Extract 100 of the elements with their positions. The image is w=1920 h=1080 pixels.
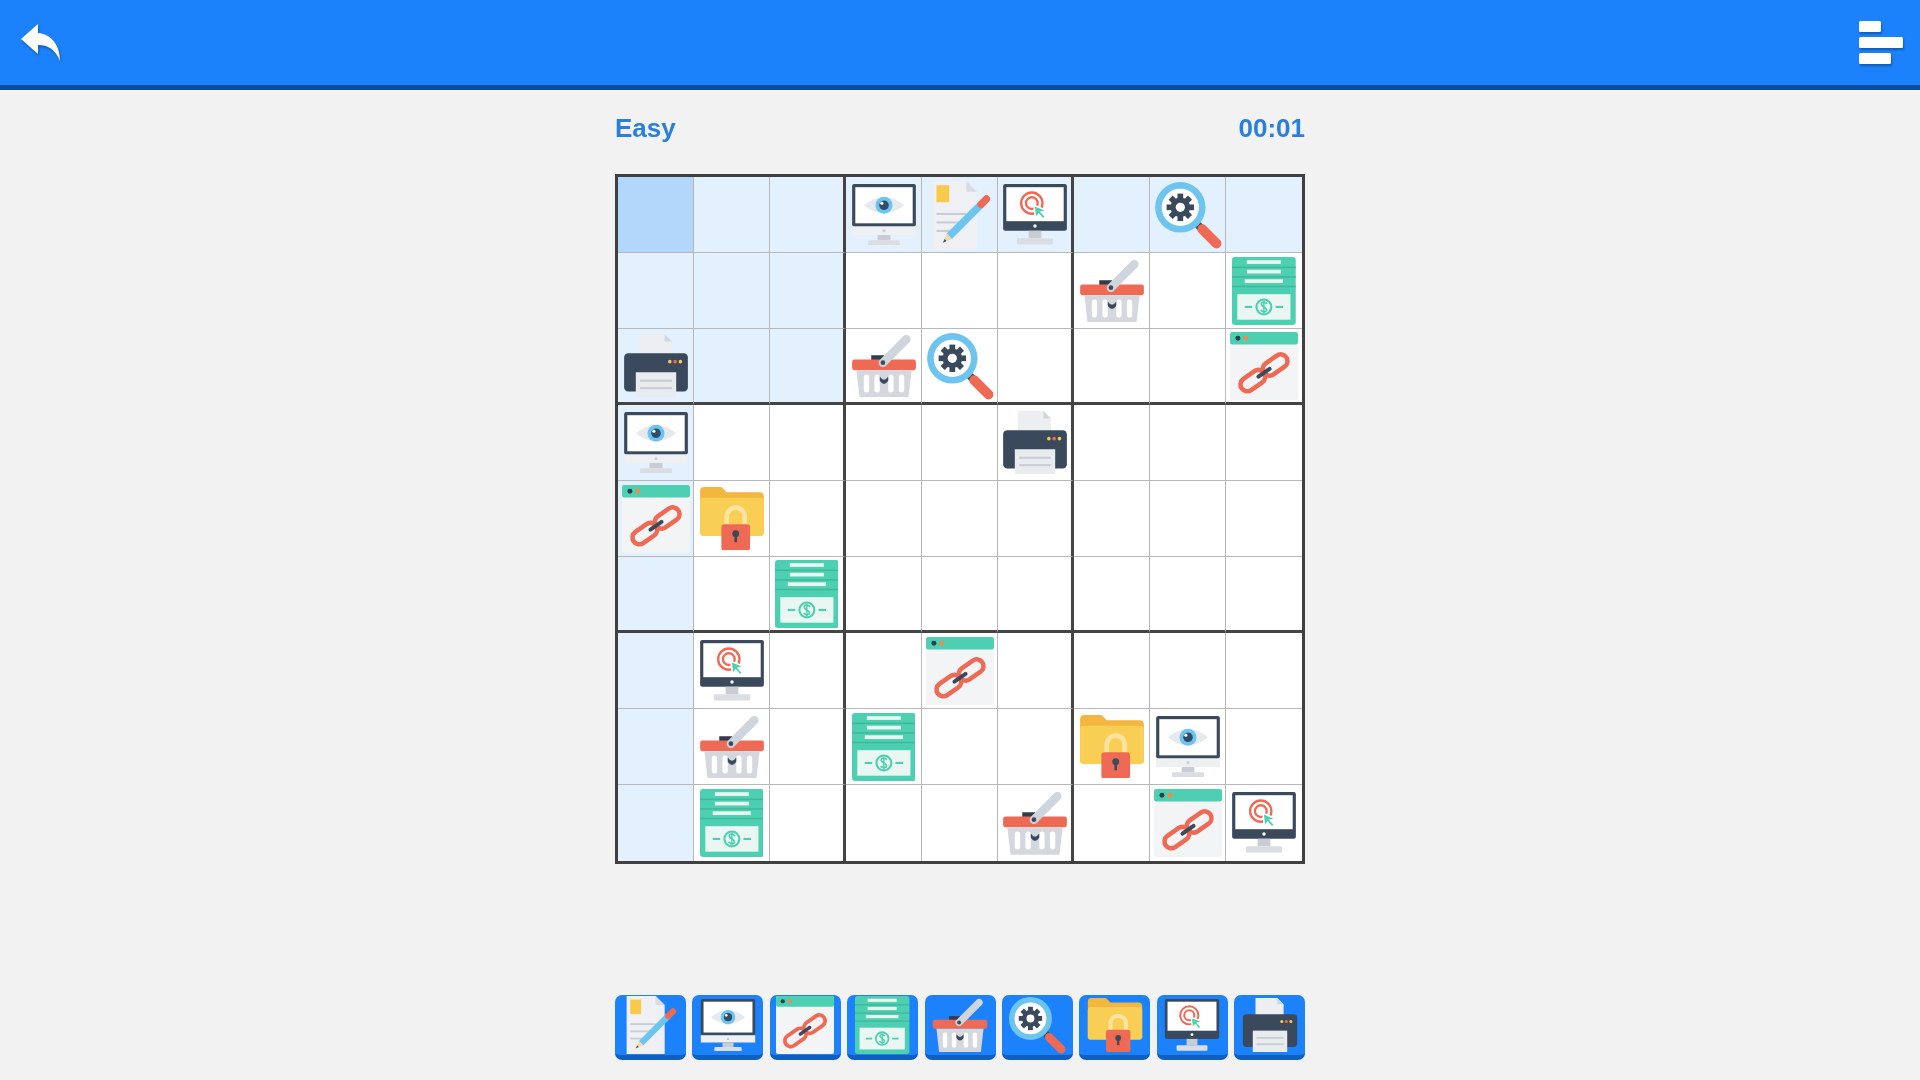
printer-icon bbox=[621, 333, 690, 398]
grid-cell[interactable] bbox=[618, 557, 694, 633]
grid-cell[interactable] bbox=[770, 329, 846, 405]
grid-cell[interactable] bbox=[1074, 633, 1150, 709]
grid-cell[interactable] bbox=[1226, 329, 1302, 405]
palette-button[interactable] bbox=[615, 995, 686, 1060]
magnifier-gear-icon bbox=[1153, 180, 1222, 249]
folder-lock-icon bbox=[697, 486, 766, 551]
grid-cell[interactable] bbox=[922, 177, 998, 253]
palette-button[interactable] bbox=[1156, 995, 1228, 1060]
grid-cell[interactable] bbox=[1150, 633, 1226, 709]
grid-cell[interactable] bbox=[618, 253, 694, 329]
palette-button[interactable] bbox=[769, 995, 841, 1060]
grid-cell[interactable] bbox=[618, 405, 694, 481]
grid-cell[interactable] bbox=[998, 329, 1074, 405]
basket-icon bbox=[697, 714, 766, 779]
grid-cell[interactable] bbox=[922, 253, 998, 329]
grid-cell[interactable] bbox=[694, 481, 770, 557]
monitor-eye-icon bbox=[621, 411, 690, 474]
grid-cell[interactable] bbox=[770, 709, 846, 785]
grid-cell[interactable] bbox=[1226, 177, 1302, 253]
grid-cell[interactable] bbox=[1150, 329, 1226, 405]
grid-cell[interactable] bbox=[694, 709, 770, 785]
grid-cell[interactable] bbox=[846, 405, 922, 481]
grid-cell[interactable] bbox=[1150, 481, 1226, 557]
grid-cell[interactable] bbox=[922, 633, 998, 709]
grid-cell[interactable] bbox=[998, 709, 1074, 785]
monitor-target-icon bbox=[1163, 998, 1222, 1052]
grid-cell[interactable] bbox=[770, 177, 846, 253]
chain-link-icon bbox=[621, 484, 690, 553]
grid-cell[interactable] bbox=[846, 633, 922, 709]
grid-cell[interactable] bbox=[1150, 177, 1226, 253]
grid-cell[interactable] bbox=[922, 709, 998, 785]
grid-cell[interactable] bbox=[770, 253, 846, 329]
grid-cell[interactable] bbox=[846, 329, 922, 405]
grid-cell[interactable] bbox=[846, 481, 922, 557]
grid-cell[interactable] bbox=[770, 481, 846, 557]
grid-cell[interactable] bbox=[998, 253, 1074, 329]
grid-cell[interactable] bbox=[846, 709, 922, 785]
cash-drawer-icon bbox=[774, 559, 839, 628]
magnifier-gear-icon bbox=[1008, 996, 1067, 1054]
grid-cell[interactable] bbox=[618, 633, 694, 709]
grid-cell[interactable] bbox=[1074, 405, 1150, 481]
palette-button[interactable] bbox=[1234, 995, 1305, 1060]
cash-drawer-icon bbox=[855, 996, 910, 1054]
grid-cell[interactable] bbox=[1150, 709, 1226, 785]
grid-cell[interactable] bbox=[998, 557, 1074, 633]
basket-icon bbox=[1077, 258, 1146, 323]
monitor-eye-icon bbox=[849, 183, 918, 246]
grid-cell[interactable] bbox=[694, 253, 770, 329]
palette-button[interactable] bbox=[692, 995, 764, 1060]
grid-cell[interactable] bbox=[922, 557, 998, 633]
grid-cell[interactable] bbox=[1074, 177, 1150, 253]
grid-cell[interactable] bbox=[694, 405, 770, 481]
monitor-eye-icon bbox=[698, 998, 757, 1052]
grid-cell[interactable] bbox=[618, 785, 694, 861]
timer-text: 00:01 bbox=[1238, 113, 1305, 143]
palette-button[interactable] bbox=[1001, 995, 1073, 1060]
grid-cell[interactable] bbox=[618, 329, 694, 405]
grid-cell[interactable] bbox=[694, 177, 770, 253]
monitor-eye-icon bbox=[1153, 715, 1222, 778]
chain-link-icon bbox=[1230, 331, 1298, 400]
palette-button[interactable] bbox=[924, 995, 996, 1060]
cash-drawer-icon bbox=[851, 712, 916, 781]
basket-icon bbox=[1000, 791, 1069, 855]
grid-cell[interactable] bbox=[694, 329, 770, 405]
grid-cell[interactable] bbox=[846, 557, 922, 633]
grid-cell[interactable] bbox=[1074, 709, 1150, 785]
grid-cell[interactable] bbox=[922, 405, 998, 481]
grid-cell[interactable] bbox=[1074, 329, 1150, 405]
magnifier-gear-icon bbox=[925, 331, 994, 400]
grid-cell[interactable] bbox=[618, 709, 694, 785]
palette-button[interactable] bbox=[1079, 995, 1151, 1060]
grid-cell[interactable] bbox=[1074, 557, 1150, 633]
grid-cell[interactable] bbox=[998, 481, 1074, 557]
grid-cell[interactable] bbox=[846, 177, 922, 253]
grid-cell[interactable] bbox=[1150, 253, 1226, 329]
grid-cell[interactable] bbox=[770, 633, 846, 709]
grid-cell[interactable] bbox=[618, 481, 694, 557]
palette-button[interactable] bbox=[847, 995, 919, 1060]
grid-cell[interactable] bbox=[998, 633, 1074, 709]
back-arrow-icon bbox=[21, 23, 61, 62]
grid-cell[interactable] bbox=[694, 633, 770, 709]
grid-cell[interactable] bbox=[770, 557, 846, 633]
difficulty-label: Easy bbox=[615, 113, 676, 143]
grid-cell[interactable] bbox=[618, 177, 694, 253]
grid-cell[interactable] bbox=[922, 329, 998, 405]
grid-cell[interactable] bbox=[1074, 253, 1150, 329]
grid-cell[interactable] bbox=[922, 481, 998, 557]
grid-cell[interactable] bbox=[846, 253, 922, 329]
grid-cell[interactable] bbox=[694, 557, 770, 633]
grid-cell[interactable] bbox=[1074, 481, 1150, 557]
back-button[interactable] bbox=[21, 23, 61, 62]
grid-cell[interactable] bbox=[770, 405, 846, 481]
chain-link-icon bbox=[925, 636, 994, 705]
grid-cell[interactable] bbox=[1150, 405, 1226, 481]
grid-cell[interactable] bbox=[998, 405, 1074, 481]
grid-cell[interactable] bbox=[1150, 557, 1226, 633]
menu-button[interactable] bbox=[1859, 21, 1903, 64]
grid-cell[interactable] bbox=[998, 177, 1074, 253]
